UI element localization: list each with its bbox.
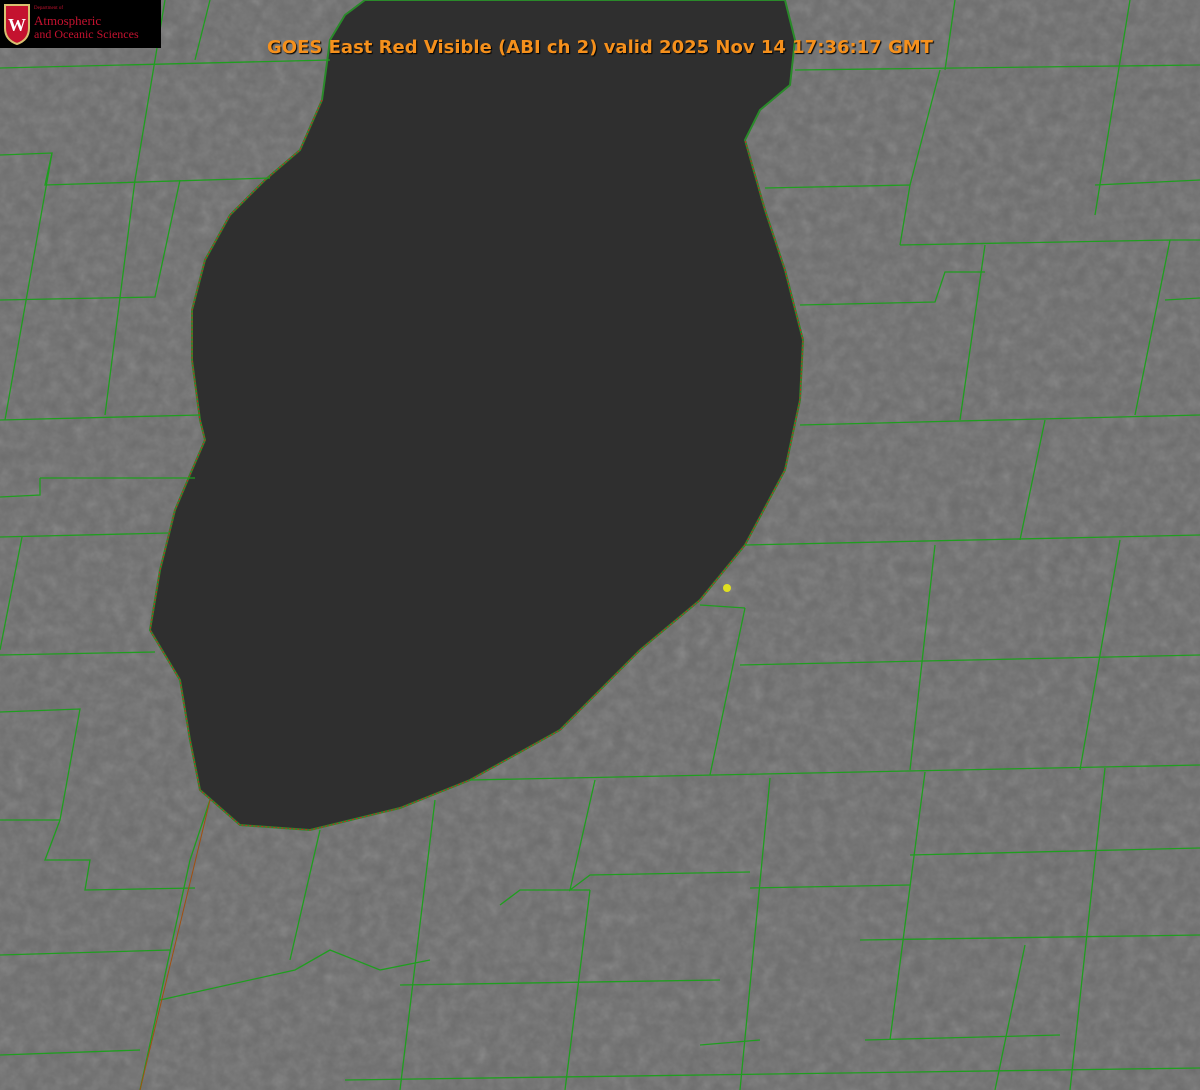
logo-line-1: Department of bbox=[34, 6, 64, 11]
svg-text:W: W bbox=[8, 15, 26, 35]
map-layer bbox=[0, 0, 1200, 1090]
location-marker bbox=[723, 584, 731, 592]
satellite-map: W Department of Atmospheric and Oceanic … bbox=[0, 0, 1200, 1090]
image-title: GOES East Red Visible (ABI ch 2) valid 2… bbox=[267, 37, 933, 58]
